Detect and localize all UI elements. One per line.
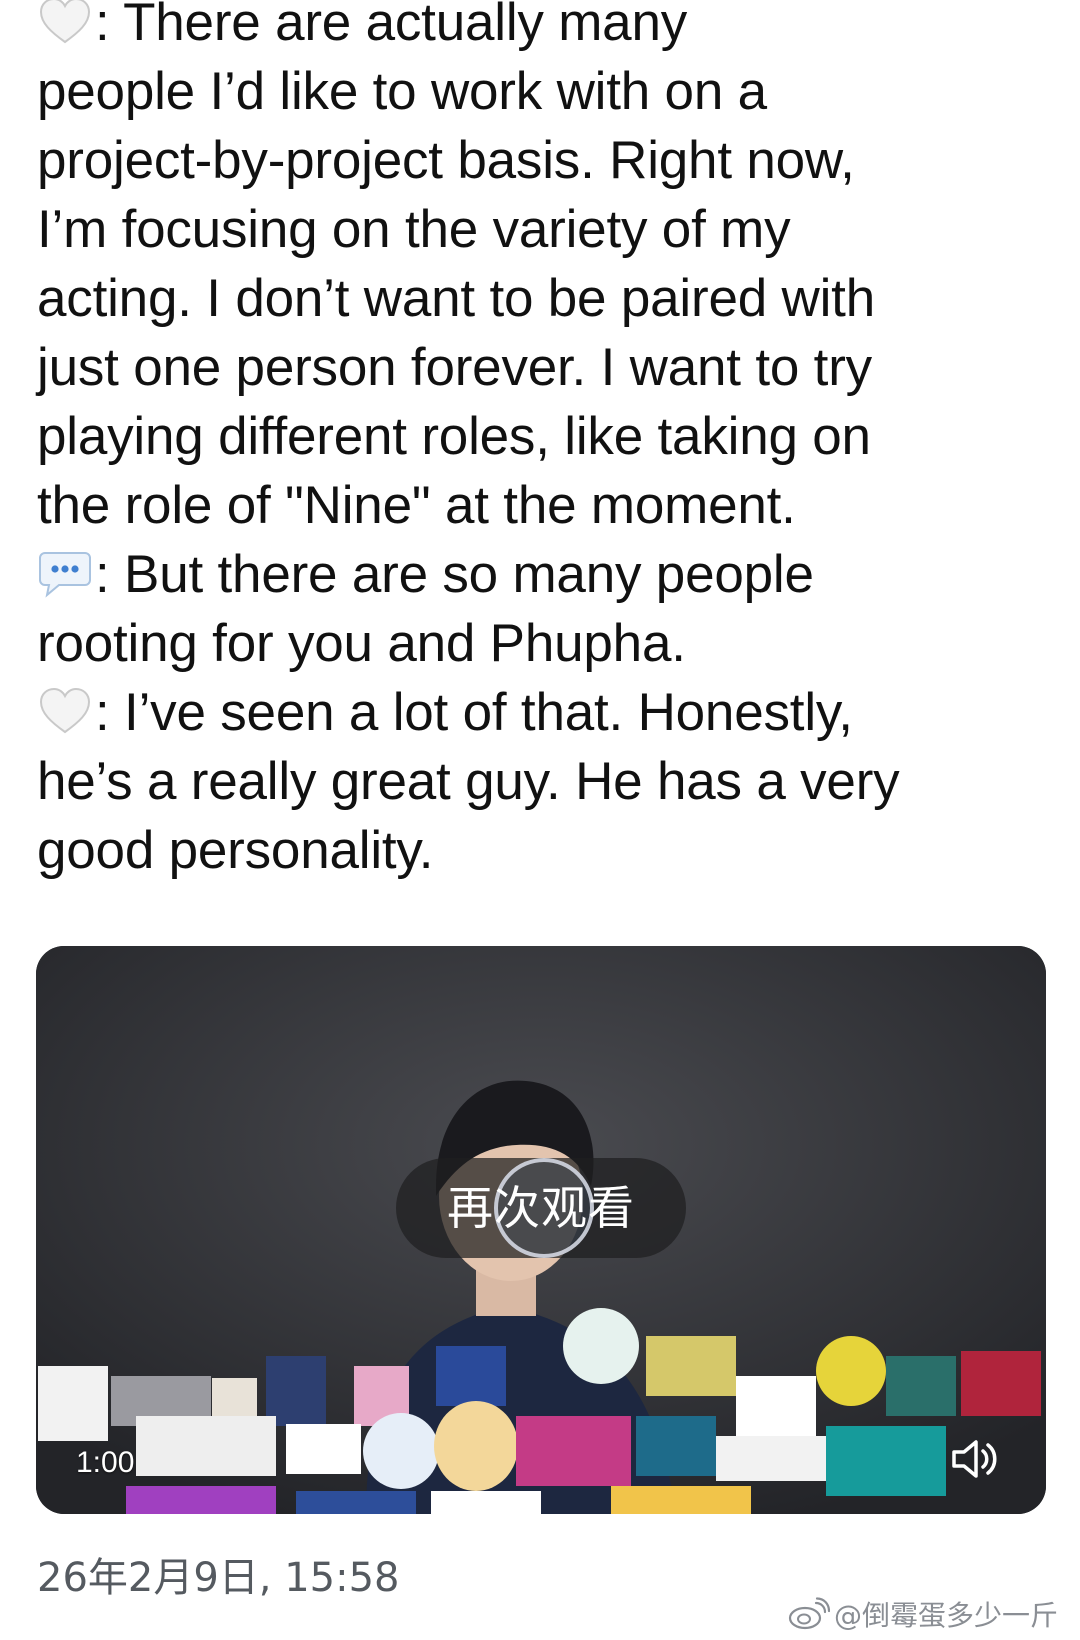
- video-player[interactable]: 再次观看 1:00: [36, 946, 1046, 1514]
- watermark-text: @倒霉蛋多少一斤: [833, 1599, 1058, 1632]
- white-heart-icon: [39, 0, 91, 44]
- post-line: I’m focusing on the variety of my: [37, 200, 791, 259]
- post-line: good personality.: [37, 821, 434, 880]
- post-line-text: : I’ve seen a lot of that. Honestly,: [95, 683, 853, 742]
- white-heart-icon: [39, 687, 91, 734]
- weibo-logo-icon: [788, 1597, 830, 1630]
- post-line: playing different roles, like taking on: [37, 407, 871, 466]
- post-line: he’s a really great guy. He has a very: [37, 752, 900, 811]
- post-line-text: : There are actually many: [95, 0, 688, 52]
- post-timestamp: 26年2月9日, 15:58: [37, 1555, 400, 1601]
- replay-label[interactable]: 再次观看: [396, 1158, 686, 1258]
- video-duration: 1:00: [76, 1446, 135, 1479]
- post-line: the role of "Nine" at the moment.: [37, 476, 796, 535]
- speech-bubble-icon: [39, 552, 91, 598]
- post-line: people I’d like to work with on a: [37, 62, 767, 121]
- post-line-text: : But there are so many people: [95, 545, 814, 604]
- post-body: : There are actually many people I’d lik…: [37, 0, 1047, 885]
- post-line: : But there are so many people: [37, 540, 1047, 609]
- post-line: just one person forever. I want to try: [37, 338, 872, 397]
- speaker-icon[interactable]: [946, 1434, 1002, 1484]
- post-line: : I’ve seen a lot of that. Honestly,: [37, 678, 1047, 747]
- watermark: @倒霉蛋多少一斤: [788, 1594, 1058, 1634]
- post-line: acting. I don’t want to be paired with: [37, 269, 875, 328]
- post-line: : There are actually many: [37, 0, 1047, 57]
- post-line: rooting for you and Phupha.: [37, 614, 686, 673]
- post-line: project-by-project basis. Right now,: [37, 131, 855, 190]
